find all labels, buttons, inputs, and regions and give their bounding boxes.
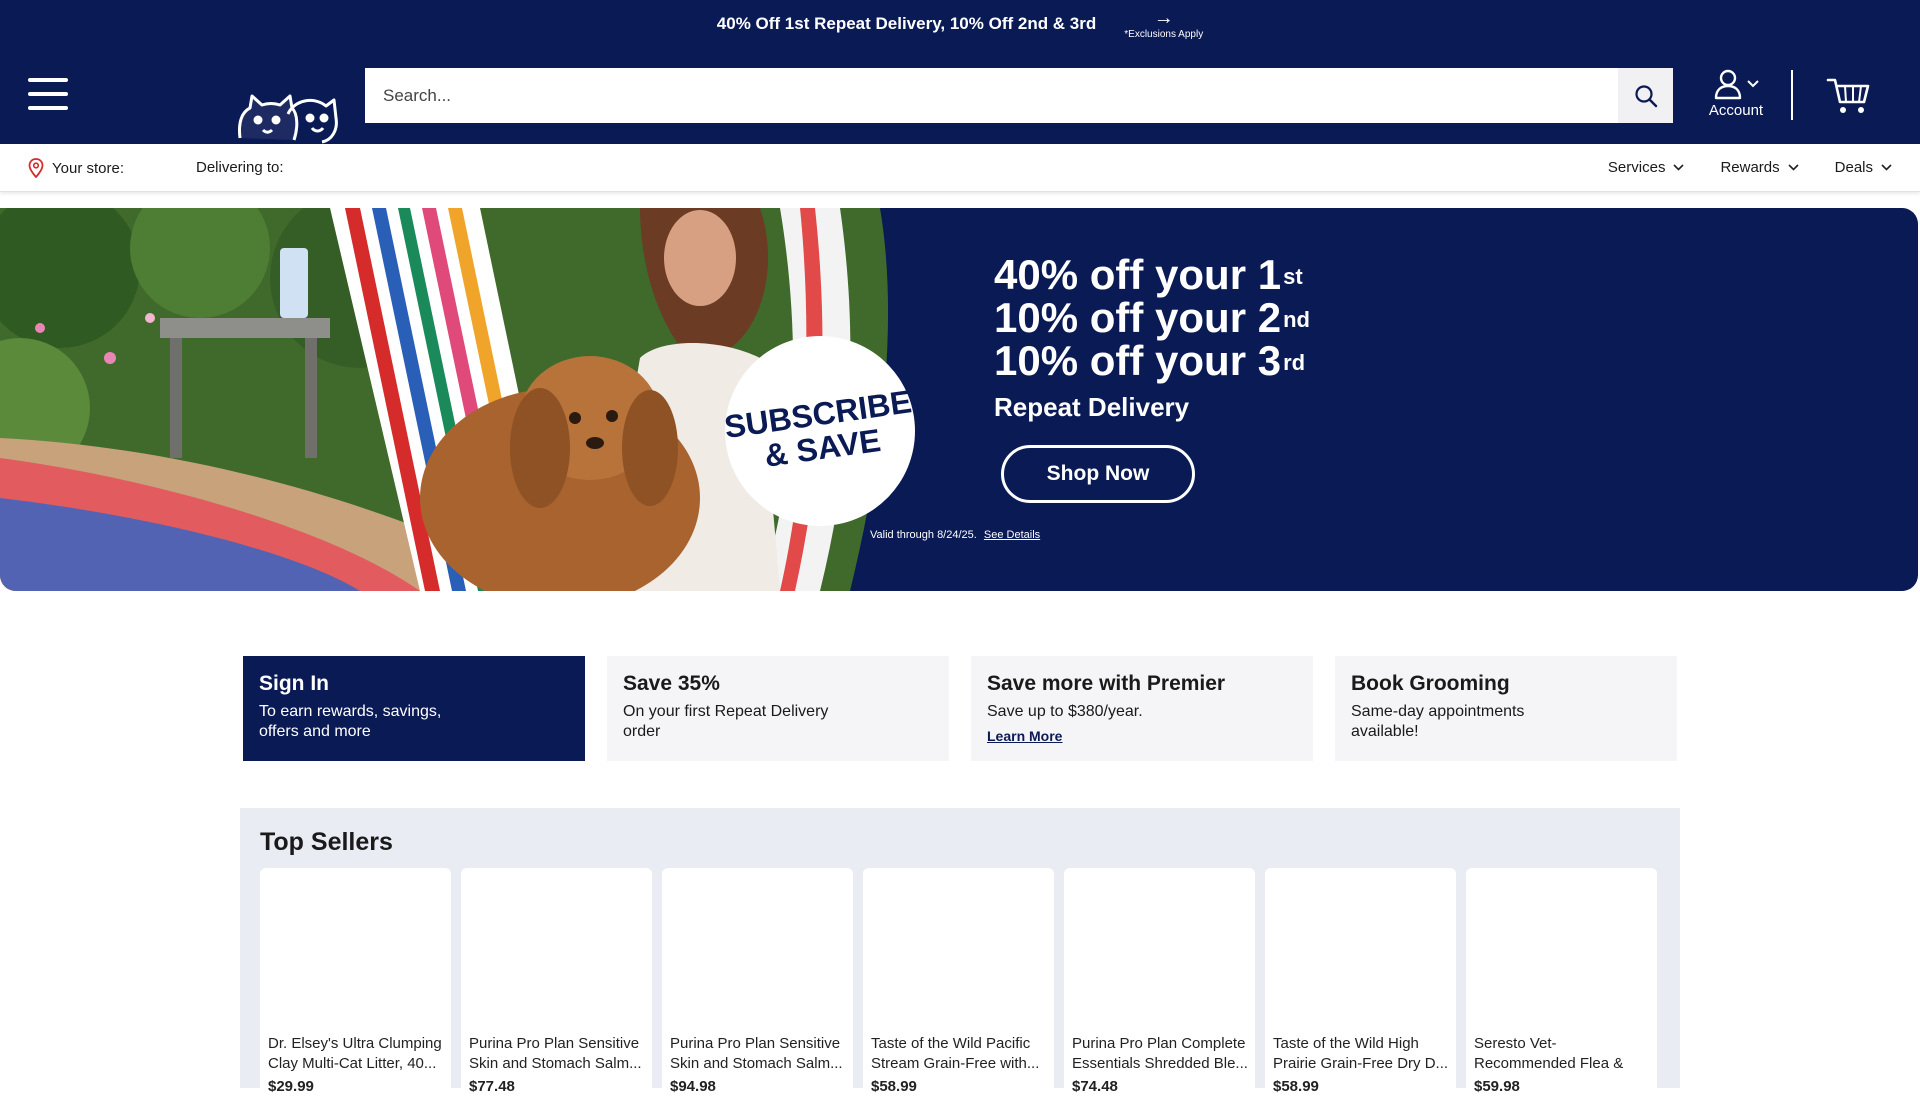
nav-rewards[interactable]: Rewards (1720, 159, 1799, 176)
product-name[interactable]: Purina Pro Plan Complete Essentials Shre… (1072, 1034, 1248, 1074)
hero-valid-note: Valid through 8/24/25. See Details (870, 529, 1040, 541)
hero-copy: 40% off your 1st 10% off your 2nd 10% of… (994, 253, 1310, 423)
product-card[interactable]: Purina Pro Plan Sensitive Skin and Stoma… (662, 868, 853, 1098)
card-subtitle: To earn rewards, savings, offers and mor… (259, 703, 442, 740)
account-icon-wrap (1713, 68, 1759, 100)
hero-line-2-text: 10% off your 2 (994, 294, 1282, 341)
chevron-down-icon (1673, 164, 1685, 171)
subnav-links: Services Rewards Deals (1572, 159, 1892, 176)
delivering-label: Delivering to: (196, 159, 284, 176)
promo-banner[interactable]: 40% Off 1st Repeat Delivery, 10% Off 2nd… (0, 0, 1920, 48)
product-price: $74.48 (1072, 1078, 1118, 1095)
product-name[interactable]: Taste of the Wild High Prairie Grain-Fre… (1273, 1034, 1449, 1074)
card-title: Save 35% (623, 672, 720, 695)
search-bar (365, 68, 1673, 123)
user-icon (1714, 69, 1742, 100)
card-title: Book Grooming (1351, 672, 1510, 695)
shop-now-button[interactable]: Shop Now (1001, 445, 1195, 503)
product-card[interactable]: Purina Pro Plan Complete Essentials Shre… (1064, 868, 1255, 1098)
hero-line-3-text: 10% off your 3 (994, 337, 1282, 384)
hero-banner[interactable]: SUBSCRIBE & SAVE 40% off your 1st 10% of… (0, 208, 1918, 591)
site-header: Account (0, 48, 1920, 144)
promo-side: → *Exclusions Apply (1124, 8, 1204, 40)
logo-cat-dog-icon[interactable] (236, 88, 340, 144)
book-grooming-card[interactable]: Book Grooming Same-day appointments avai… (1335, 656, 1677, 761)
product-card[interactable]: Taste of the Wild Pacific Stream Grain-F… (863, 868, 1054, 1098)
product-price: $58.99 (1273, 1078, 1319, 1095)
chevron-down-icon (1747, 80, 1759, 88)
nav-rewards-label: Rewards (1720, 159, 1780, 176)
store-label: Your store: (52, 159, 124, 177)
card-subtitle: On your first Repeat Delivery order (623, 703, 829, 740)
product-name[interactable]: Taste of the Wild Pacific Stream Grain-F… (871, 1034, 1047, 1074)
product-card[interactable]: Taste of the Wild High Prairie Grain-Fre… (1265, 868, 1456, 1098)
cart-icon[interactable] (1826, 76, 1870, 116)
product-price: $94.98 (670, 1078, 716, 1095)
search-button[interactable] (1618, 68, 1673, 123)
header-divider (1791, 70, 1793, 120)
nav-deals[interactable]: Deals (1835, 159, 1892, 176)
card-subtitle: Same-day appointments available! (1351, 703, 1525, 740)
valid-text: Valid through 8/24/25. (870, 529, 977, 541)
arrow-right-icon[interactable]: → (1154, 8, 1174, 28)
hero-line-3: 10% off your 3rd (994, 339, 1310, 382)
promo-text[interactable]: 40% Off 1st Repeat Delivery, 10% Off 2nd… (717, 14, 1096, 34)
save-35-card[interactable]: Save 35% On your first Repeat Delivery o… (607, 656, 949, 761)
card-title: Save more with Premier (987, 672, 1226, 695)
search-input[interactable] (365, 68, 1618, 123)
sign-in-card[interactable]: Sign In To earn rewards, savings, offers… (243, 656, 585, 761)
product-name[interactable]: Dr. Elsey's Ultra Clumping Clay Multi-Ca… (268, 1034, 444, 1074)
product-name[interactable]: Seresto Vet-Recommended Flea & Ti... (1474, 1034, 1650, 1074)
premier-card[interactable]: Save more with Premier Save up to $380/y… (971, 656, 1313, 761)
product-card[interactable]: Seresto Vet-Recommended Flea & Ti... $59… (1466, 868, 1657, 1098)
hero-line-1-text: 40% off your 1 (994, 251, 1282, 298)
account-button[interactable]: Account (1700, 68, 1772, 126)
hero-subtitle: Repeat Delivery (994, 392, 1190, 422)
see-details-link[interactable]: See Details (984, 529, 1040, 541)
product-price: $29.99 (268, 1078, 314, 1095)
hero-line-2: 10% off your 2nd (994, 296, 1310, 339)
hero-line-2-sup: nd (1283, 307, 1310, 332)
account-label: Account (1708, 102, 1764, 119)
nav-deals-label: Deals (1834, 159, 1873, 176)
top-sellers-title: Top Sellers (260, 828, 393, 856)
product-card[interactable]: Purina Pro Plan Sensitive Skin and Stoma… (461, 868, 652, 1098)
nav-services[interactable]: Services (1608, 159, 1685, 176)
nav-services-label: Services (1607, 159, 1666, 176)
product-card[interactable]: Dr. Elsey's Ultra Clumping Clay Multi-Ca… (260, 868, 451, 1098)
chevron-down-icon (1881, 164, 1892, 171)
store-selector[interactable]: Your store: (28, 158, 124, 178)
hero-line-1: 40% off your 1st (994, 253, 1310, 296)
exclusions-note: *Exclusions Apply (1124, 28, 1204, 40)
sub-navigation: Your store: Delivering to: Services Rewa… (0, 144, 1920, 192)
hero-line-1-sup: st (1283, 264, 1303, 289)
top-sellers-section: Top Sellers Dr. Elsey's Ultra Clumping C… (240, 808, 1680, 1098)
promo-cards: Sign In To earn rewards, savings, offers… (243, 656, 1677, 761)
card-title: Sign In (259, 672, 329, 695)
hero-line-3-sup: rd (1283, 350, 1306, 375)
product-price: $77.48 (469, 1078, 515, 1095)
menu-icon[interactable] (28, 78, 68, 112)
product-name[interactable]: Purina Pro Plan Sensitive Skin and Stoma… (469, 1034, 645, 1074)
product-carousel: Dr. Elsey's Ultra Clumping Clay Multi-Ca… (260, 868, 1657, 1098)
badge-text: SUBSCRIBE & SAVE (722, 383, 918, 478)
location-pin-icon (28, 158, 44, 178)
learn-more-link[interactable]: Learn More (987, 728, 1062, 744)
delivery-selector[interactable]: Delivering to: (196, 159, 284, 176)
product-price: $59.98 (1474, 1078, 1520, 1095)
search-icon (1634, 84, 1657, 107)
product-name[interactable]: Purina Pro Plan Sensitive Skin and Stoma… (670, 1034, 846, 1074)
card-subtitle: Save up to $380/year. (987, 703, 1143, 720)
product-price: $58.99 (871, 1078, 917, 1095)
chevron-down-icon (1788, 164, 1799, 171)
subscribe-save-badge: SUBSCRIBE & SAVE (722, 336, 918, 526)
